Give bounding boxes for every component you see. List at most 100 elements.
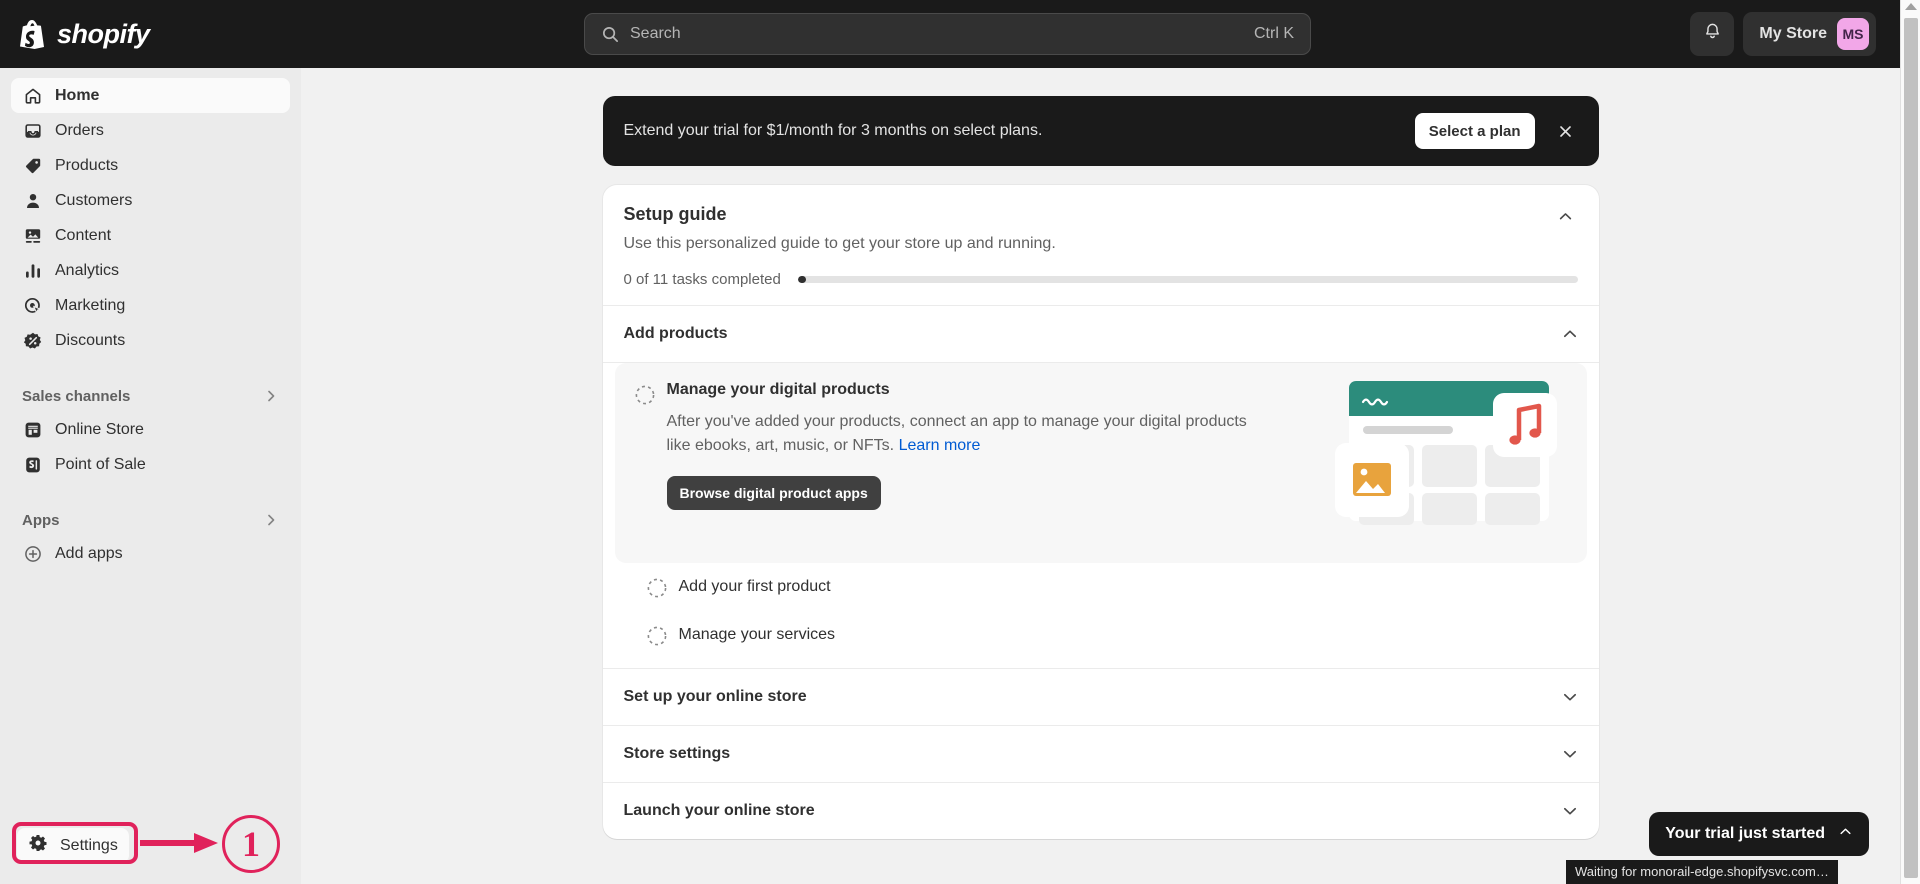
sidebar-item-content[interactable]: Content (11, 218, 290, 253)
chevron-down-icon (1561, 802, 1579, 820)
task-description: After you've added your products, connec… (667, 410, 1267, 458)
sidebar-divider-2 (11, 482, 290, 504)
setup-progress: 0 of 11 tasks completed (624, 271, 1578, 288)
sidebar-item-label: Point of Sale (55, 455, 146, 473)
dashed-circle-icon[interactable] (645, 576, 669, 600)
chevron-up-icon (1838, 824, 1853, 844)
dashed-circle-icon[interactable] (633, 383, 657, 407)
search-input[interactable]: Search Ctrl K (584, 13, 1311, 55)
progress-label: 0 of 11 tasks completed (623, 271, 781, 288)
orders-inbox-icon (22, 120, 43, 141)
sidebar-item-orders[interactable]: Orders (11, 113, 290, 148)
chevron-down-icon (1561, 745, 1579, 763)
sidebar-item-label: Customers (55, 191, 133, 209)
search-shortcut-hint: Ctrl K (1254, 25, 1294, 42)
bar-chart-icon (22, 260, 43, 281)
sidebar-item-label: Add apps (55, 544, 123, 562)
sidebar-item-add-apps[interactable]: Add apps (11, 536, 290, 571)
chevron-right-icon (263, 388, 279, 404)
sidebar-item-home[interactable]: Home (11, 78, 290, 113)
shopify-logo[interactable]: shopify (0, 18, 300, 50)
home-icon (22, 85, 43, 106)
section-header-store-settings[interactable]: Store settings (603, 726, 1599, 782)
task-card-digital-products: Manage your digital products After you'v… (614, 363, 1587, 563)
point-of-sale-icon (22, 454, 43, 475)
sidebar-item-customers[interactable]: Customers (11, 183, 290, 218)
sidebar-item-discounts[interactable]: Discounts (11, 323, 290, 358)
sidebar-item-analytics[interactable]: Analytics (11, 253, 290, 288)
trial-banner: Extend your trial for $1/month for 3 mon… (602, 96, 1599, 166)
setup-guide-header: Setup guide Use this personalized guide … (603, 185, 1599, 305)
setup-guide-collapse-button[interactable] (1551, 204, 1581, 234)
trial-status-pill[interactable]: Your trial just started (1649, 812, 1869, 856)
sidebar-item-products[interactable]: Products (11, 148, 290, 183)
notifications-button[interactable] (1690, 12, 1735, 56)
sidebar-item-label: Marketing (55, 296, 126, 314)
store-switcher-button[interactable]: My Store MS (1743, 12, 1876, 56)
sidebar-group-label: Sales channels (22, 387, 131, 405)
progress-bar-fill (797, 276, 806, 283)
setup-guide-subtitle: Use this personalized guide to get your … (623, 235, 1056, 252)
chevron-up-icon (1561, 325, 1579, 343)
sidebar-item-label: Home (55, 86, 100, 104)
store-name-label: My Store (1759, 25, 1827, 42)
storefront-icon (22, 419, 43, 440)
shopify-bag-icon (17, 18, 47, 50)
task-title: Manage your digital products (666, 381, 890, 398)
sidebar-item-label: Settings (60, 836, 118, 854)
setup-guide-card: Setup guide Use this personalized guide … (602, 185, 1599, 839)
section-title: Store settings (623, 745, 731, 762)
scroll-up-arrow-icon[interactable] (1905, 3, 1917, 10)
search-placeholder: Search (630, 25, 681, 42)
sidebar-item-label: Products (55, 156, 119, 174)
progress-bar (797, 276, 1578, 283)
chevron-down-icon (1561, 688, 1579, 706)
sidebar-item-settings[interactable]: Settings (17, 828, 129, 863)
sidebar-item-label: Orders (55, 121, 104, 139)
bell-icon (1703, 22, 1722, 46)
scrollbar-thumb[interactable] (1904, 18, 1918, 878)
sidebar-item-label: Online Store (55, 420, 144, 438)
sidebar-group-label: Apps (22, 511, 60, 529)
close-icon[interactable] (1551, 116, 1581, 146)
sidebar-group-apps[interactable]: Apps (11, 504, 290, 536)
sidebar-item-marketing[interactable]: Marketing (11, 288, 290, 323)
sidebar-item-online-store[interactable]: Online Store (11, 412, 290, 447)
sidebar-group-sales-channels[interactable]: Sales channels (11, 380, 290, 412)
top-bar: shopify Search Ctrl K My Store MS (0, 0, 1900, 68)
trial-pill-label: Your trial just started (1665, 825, 1825, 842)
sidebar-divider-1 (11, 358, 290, 380)
dashed-circle-icon[interactable] (645, 624, 669, 648)
section-header-add-products[interactable]: Add products (603, 306, 1599, 362)
browser-status-bar: Waiting for monorail-edge.shopifysvc.com… (1566, 860, 1838, 884)
search-icon (601, 25, 620, 44)
gear-icon (28, 833, 48, 858)
sidebar-item-point-of-sale[interactable]: Point of Sale (11, 447, 290, 482)
brand-name: shopify (57, 18, 150, 49)
content-column: Extend your trial for $1/month for 3 mon… (602, 96, 1599, 839)
person-icon (22, 190, 43, 211)
task-label: Manage your services (678, 626, 836, 643)
learn-more-link[interactable]: Learn more (899, 437, 981, 454)
browse-digital-product-apps-button[interactable]: Browse digital product apps (666, 476, 881, 510)
select-a-plan-button[interactable]: Select a plan (1414, 113, 1535, 149)
sidebar-item-label: Discounts (55, 331, 126, 349)
sidebar-item-label: Content (55, 226, 112, 244)
section-title: Launch your online store (623, 802, 815, 819)
plus-circle-icon (22, 543, 43, 564)
task-body: Manage your digital products After you'v… (666, 381, 1267, 541)
section-title: Add products (623, 325, 728, 342)
page-title: Setup guide (623, 204, 727, 224)
task-list: Manage your digital products After you'v… (603, 363, 1599, 668)
scrollbar[interactable] (1900, 0, 1920, 884)
marketing-target-icon (22, 295, 43, 316)
section-header-set-up-your-online-store[interactable]: Set up your online store (603, 669, 1599, 725)
task-row[interactable]: Add your first product (627, 563, 1575, 611)
avatar: MS (1837, 18, 1869, 50)
task-label: Add your first product (678, 578, 831, 595)
section-header-launch-your-online-store[interactable]: Launch your online store (603, 783, 1599, 839)
product-tag-icon (22, 155, 43, 176)
main-content: Extend your trial for $1/month for 3 mon… (301, 68, 1900, 884)
discount-percent-icon (22, 330, 43, 351)
task-row[interactable]: Manage your services (627, 611, 1575, 659)
